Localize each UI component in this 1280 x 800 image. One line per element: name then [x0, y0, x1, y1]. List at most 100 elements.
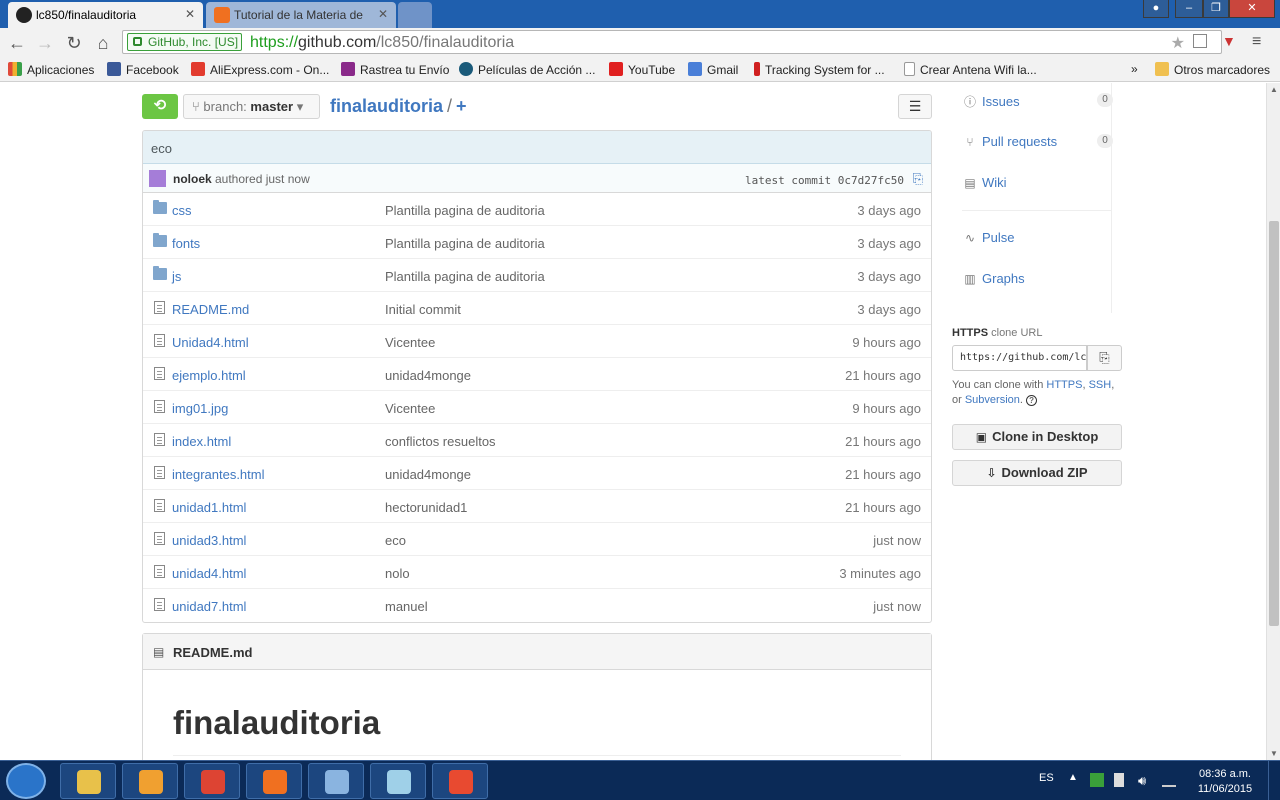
table-row[interactable]: unidad4.html nolo 3 minutes ago	[143, 556, 931, 589]
device-icon[interactable]	[1114, 773, 1124, 787]
tab-tutorial[interactable]: Tutorial de la Materia de ✕	[206, 2, 396, 28]
compare-button[interactable]: ⟲	[142, 94, 178, 119]
file-name-link[interactable]: README.md	[172, 302, 249, 317]
scrollbar-thumb[interactable]	[1269, 221, 1279, 626]
taskbar-app-explorer[interactable]	[60, 763, 116, 799]
bookmark-star-icon[interactable]: ★	[1171, 33, 1185, 53]
table-row[interactable]: index.html conflictos resueltos 21 hours a…	[143, 424, 931, 457]
bookmark-gmail[interactable]: Gmail	[688, 62, 738, 77]
file-commit-message[interactable]: eco	[385, 533, 406, 548]
page-scrollbar[interactable]: ▲ ▼	[1266, 83, 1280, 760]
file-name-link[interactable]: ejemplo.html	[172, 368, 246, 383]
show-desktop-button[interactable]	[1268, 761, 1280, 800]
translate-icon[interactable]	[1193, 34, 1207, 48]
table-row[interactable]: css Plantilla pagina de auditoria 3 days a…	[143, 193, 931, 226]
nav-pulse[interactable]: ∿ Pulse	[962, 230, 1015, 252]
bookmark-facebook[interactable]: Facebook	[107, 62, 179, 77]
question-icon[interactable]: ?	[1026, 395, 1038, 406]
bookmark-peliculas[interactable]: Películas de Acción ...	[459, 62, 595, 77]
file-commit-message[interactable]: nolo	[385, 566, 410, 581]
table-row[interactable]: fonts Plantilla pagina de auditoria 3 days…	[143, 226, 931, 259]
file-commit-message[interactable]: Plantilla pagina de auditoria	[385, 269, 545, 284]
table-row[interactable]: img01.jpg Vicentee 9 hours ago	[143, 391, 931, 424]
chrome-menu-icon[interactable]: ≡	[1252, 33, 1261, 51]
ev-certificate-badge[interactable]: GitHub, Inc. [US]	[127, 33, 243, 51]
latest-commit[interactable]: latest commit 0c7d27fc50	[745, 174, 904, 187]
new-file-button[interactable]: +	[456, 96, 467, 116]
file-name-link[interactable]: index.html	[172, 434, 231, 449]
download-zip-button[interactable]: ⇩ Download ZIP	[952, 460, 1122, 486]
close-tab-icon[interactable]: ✕	[378, 7, 388, 21]
clone-https-link[interactable]: HTTPS	[1046, 379, 1082, 391]
file-commit-message[interactable]: manuel	[385, 599, 428, 614]
file-name-link[interactable]: unidad3.html	[172, 533, 246, 548]
new-tab-button[interactable]	[398, 2, 432, 28]
back-arrow-icon[interactable]: ←	[6, 32, 28, 54]
address-bar[interactable]: GitHub, Inc. [US] https://github.com/lc8…	[122, 30, 1222, 54]
taskbar-app-xampp[interactable]	[246, 763, 302, 799]
table-row[interactable]: README.md Initial commit 3 days ago	[143, 292, 931, 325]
file-commit-message[interactable]: unidad4monge	[385, 368, 471, 383]
taskbar-app-git[interactable]	[432, 763, 488, 799]
avatar[interactable]	[149, 170, 166, 187]
bookmark-aliexpress[interactable]: AliExpress.com - On...	[191, 62, 329, 77]
taskbar-app-computer[interactable]	[308, 763, 364, 799]
extension-icon[interactable]: ▼	[1222, 33, 1236, 49]
file-commit-message[interactable]: Plantilla pagina de auditoria	[385, 236, 545, 251]
bookmarks-overflow-button[interactable]: »	[1131, 62, 1138, 76]
url-text[interactable]: https://github.com/lc850/finalauditoria	[250, 34, 514, 52]
taskbar-app-editor[interactable]	[370, 763, 426, 799]
bookmark-youtube[interactable]: YouTube	[609, 62, 675, 77]
table-row[interactable]: ejemplo.html unidad4monge 21 hours ago	[143, 358, 931, 391]
clone-in-desktop-button[interactable]: ▣ Clone in Desktop	[952, 424, 1122, 450]
nav-graphs[interactable]: ▥ Graphs	[962, 271, 1024, 293]
language-indicator[interactable]: ES	[1039, 772, 1054, 784]
clipboard-icon[interactable]: ⎘	[1087, 345, 1122, 371]
maximize-button[interactable]: ❐	[1203, 0, 1229, 18]
clock[interactable]: 08:36 a.m. 11/06/2015	[1190, 767, 1260, 797]
network-icon[interactable]	[1162, 773, 1176, 787]
forward-arrow-icon[interactable]: →	[34, 32, 56, 54]
file-name-link[interactable]: integrantes.html	[172, 467, 265, 482]
nav-pull-requests[interactable]: ⑂ Pull requests	[962, 134, 1057, 156]
commit-message[interactable]: eco	[143, 131, 931, 164]
file-name-link[interactable]: fonts	[172, 236, 200, 251]
clone-ssh-link[interactable]: SSH	[1089, 379, 1112, 391]
file-commit-message[interactable]: unidad4monge	[385, 467, 471, 482]
home-icon[interactable]: ⌂	[92, 32, 114, 54]
volume-icon[interactable]: 🔊︎	[1138, 773, 1152, 788]
scroll-down-icon[interactable]: ▼	[1270, 749, 1278, 758]
scroll-up-icon[interactable]: ▲	[1270, 85, 1278, 94]
file-name-link[interactable]: img01.jpg	[172, 401, 228, 416]
clone-url-input[interactable]: https://github.com/lc850/finalauditoria.…	[952, 345, 1087, 371]
clone-subversion-link[interactable]: Subversion	[965, 394, 1020, 406]
user-icon[interactable]: ●	[1143, 0, 1169, 18]
close-window-button[interactable]: ✕	[1229, 0, 1275, 18]
file-name-link[interactable]: Unidad4.html	[172, 335, 249, 350]
file-commit-message[interactable]: hectorunidad1	[385, 500, 467, 515]
table-row[interactable]: unidad7.html manuel just now	[143, 589, 931, 622]
file-name-link[interactable]: unidad4.html	[172, 566, 246, 581]
tray-expand-icon[interactable]: ▲	[1068, 772, 1078, 783]
branch-select[interactable]: ⑂ branch: master ▾	[183, 94, 320, 119]
file-commit-message[interactable]: Vicentee	[385, 335, 435, 350]
table-row[interactable]: Unidad4.html Vicentee 9 hours ago	[143, 325, 931, 358]
tab-github[interactable]: lc850/finalauditoria ✕	[8, 2, 203, 28]
security-icon[interactable]	[1090, 773, 1104, 787]
nav-issues[interactable]: ⓘ Issues	[962, 93, 1020, 115]
minimize-button[interactable]: –	[1175, 0, 1203, 18]
taskbar-app-media[interactable]	[122, 763, 178, 799]
file-commit-message[interactable]: conflictos resueltos	[385, 434, 496, 449]
list-icon[interactable]: ☰	[898, 94, 932, 119]
bookmark-rastrea[interactable]: Rastrea tu Envío	[341, 62, 449, 77]
commit-author[interactable]: noloek	[173, 172, 212, 186]
file-commit-message[interactable]: Initial commit	[385, 302, 461, 317]
close-tab-icon[interactable]: ✕	[185, 7, 195, 21]
table-row[interactable]: unidad1.html hectorunidad1 21 hours ago	[143, 490, 931, 523]
file-commit-message[interactable]: Plantilla pagina de auditoria	[385, 203, 545, 218]
bookmark-tracking[interactable]: Tracking System for ...	[754, 62, 885, 77]
repo-name-link[interactable]: finalauditoria	[330, 96, 443, 116]
reload-icon[interactable]: ↻	[63, 32, 85, 54]
file-name-link[interactable]: unidad7.html	[172, 599, 246, 614]
file-name-link[interactable]: js	[172, 269, 181, 284]
